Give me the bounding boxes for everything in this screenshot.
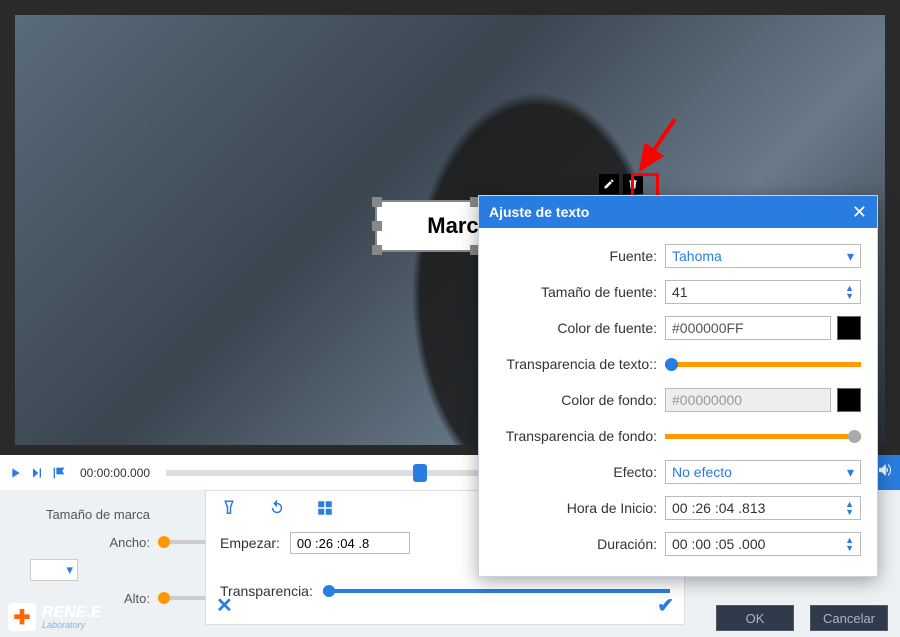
glass-tool-icon[interactable] [220,499,238,522]
spinner-icon[interactable]: ▲▼ [845,500,854,516]
bg-color-swatch[interactable] [837,388,861,412]
play-icon [7,465,23,481]
duration-label: Duración: [495,536,665,552]
spinner-icon[interactable]: ▲▼ [845,536,854,552]
text-settings-dialog: Ajuste de texto ✕ Fuente: Tahoma ▾ Tamaño… [478,195,878,577]
text-transparency-slider[interactable] [665,362,861,367]
play-step-icon [29,465,45,481]
cancel-panel-button[interactable]: ✕ [216,593,233,618]
effect-label: Efecto: [495,464,665,480]
font-color-value: #000000FF [672,320,744,336]
step-button[interactable] [26,462,48,484]
font-color-label: Color de fuente: [495,320,665,336]
font-color-swatch[interactable] [837,316,861,340]
spinner-icon[interactable]: ▲▼ [845,284,854,300]
duration-value: 00 :00 :05 .000 [672,536,765,552]
slider-knob[interactable] [158,536,170,548]
grid-icon[interactable] [316,499,334,522]
font-value: Tahoma [672,248,722,264]
refresh-icon[interactable] [268,499,286,522]
bg-color-label: Color de fondo: [495,392,665,408]
cancel-button[interactable]: Cancelar [810,605,888,631]
marker-button[interactable] [48,462,70,484]
edit-text-button[interactable] [599,174,619,194]
bg-transparency-label: Transparencia de fondo: [495,428,665,444]
width-slider[interactable] [158,540,210,544]
logo-brand: RENE.E [42,605,102,621]
text-transparency-label: Transparencia de texto:: [495,356,665,372]
ok-button[interactable]: OK [716,605,794,631]
resize-handle[interactable] [372,245,382,255]
unit-dropdown[interactable]: ▾ [30,559,78,581]
effect-value: No efecto [672,464,732,480]
pencil-icon [603,178,615,190]
start-time-label: Hora de Inicio: [495,500,665,516]
font-size-value: 41 [672,284,688,300]
start-time-input[interactable] [290,532,410,554]
close-icon[interactable]: ✕ [852,202,867,223]
transparency-slider[interactable] [323,589,670,593]
bg-transparency-slider[interactable] [665,434,861,439]
left-controls: Tamaño de marca Ancho: ▾ Alto: [30,500,210,612]
chevron-down-icon: ▾ [847,464,854,481]
confirm-panel-button[interactable]: ✔ [657,593,674,618]
slider-knob[interactable] [848,430,861,443]
transparency-label: Transparencia: [220,583,313,599]
height-slider[interactable] [158,596,210,600]
logo-plus-icon: ✚ [8,603,36,631]
play-button[interactable] [4,462,26,484]
time-start-label: 00:00:00.000 [80,466,150,480]
resize-handle[interactable] [372,197,382,207]
resize-handle[interactable] [372,221,382,231]
size-label: Tamaño de marca [30,507,150,522]
dialog-footer: OK Cancelar [716,605,888,631]
font-color-input[interactable]: #000000FF [665,316,831,340]
font-select[interactable]: Tahoma ▾ [665,244,861,268]
slider-knob[interactable] [323,585,335,597]
start-time-value: 00 :26 :04 .813 [672,500,765,516]
width-label: Ancho: [30,535,150,550]
volume-icon[interactable] [876,461,894,484]
dialog-title: Ajuste de texto [489,204,589,220]
start-time-input[interactable]: 00 :26 :04 .813 ▲▼ [665,496,861,520]
font-label: Fuente: [495,248,665,264]
chevron-down-icon: ▾ [847,248,854,265]
duration-input[interactable]: 00 :00 :05 .000 ▲▼ [665,532,861,556]
slider-knob[interactable] [158,592,170,604]
bg-color-value: #00000000 [672,392,742,408]
effect-select[interactable]: No efecto ▾ [665,460,861,484]
start-label: Empezar: [220,535,280,551]
seek-handle[interactable] [413,464,427,482]
annotation-arrow-icon [627,115,687,175]
brand-logo: ✚ RENE.E Laboratory [8,603,102,631]
flag-icon [51,465,67,481]
dialog-titlebar[interactable]: Ajuste de texto ✕ [479,196,877,228]
font-size-input[interactable]: 41 ▲▼ [665,280,861,304]
logo-sub: Laboratory [42,621,102,630]
bg-color-input[interactable]: #00000000 [665,388,831,412]
font-size-label: Tamaño de fuente: [495,284,665,300]
